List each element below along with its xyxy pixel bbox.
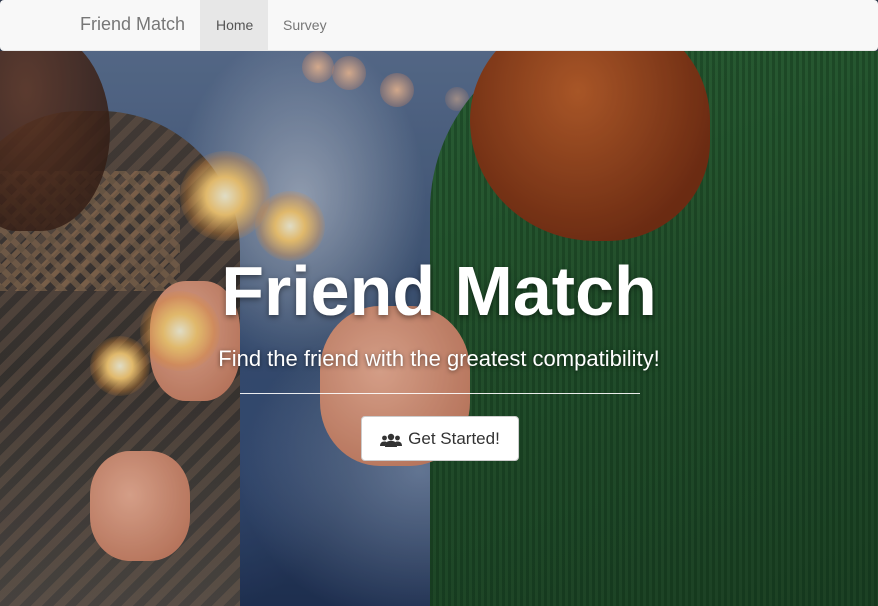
hero-divider	[240, 393, 640, 394]
get-started-button[interactable]: Get Started!	[361, 416, 519, 461]
top-navbar: Friend Match Home Survey	[0, 0, 878, 51]
nav-item-survey[interactable]: Survey	[267, 0, 343, 50]
hero-title: Friend Match	[221, 252, 657, 330]
navbar-brand[interactable]: Friend Match	[80, 14, 185, 35]
get-started-label: Get Started!	[408, 428, 500, 448]
users-icon	[380, 432, 403, 447]
hero-section: Friend Match Find the friend with the gr…	[0, 51, 878, 606]
hero-subtitle: Find the friend with the greatest compat…	[218, 346, 660, 371]
nav-item-home[interactable]: Home	[200, 0, 268, 50]
